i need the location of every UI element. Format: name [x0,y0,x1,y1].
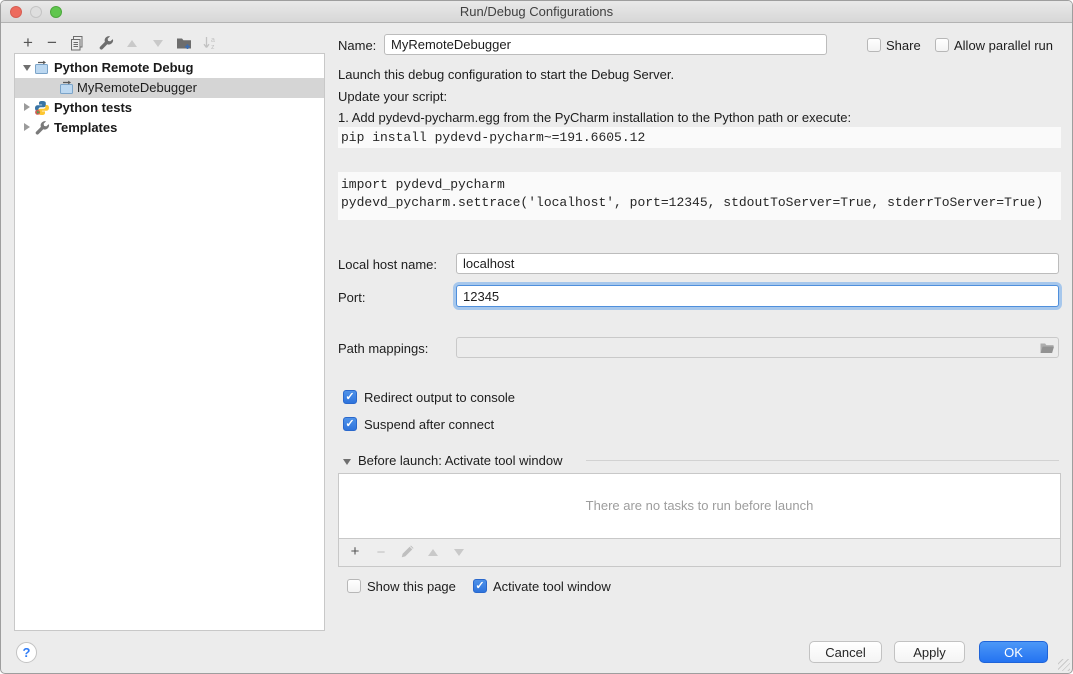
help-button[interactable]: ? [16,642,37,663]
add-configuration-button[interactable]: + [19,34,37,52]
cancel-button[interactable]: Cancel [809,641,882,663]
move-up-icon [127,40,137,47]
pip-install-code[interactable]: pip install pydevd-pycharm~=191.6605.12 [338,127,1061,148]
section-divider [586,460,1059,461]
edit-task-button[interactable] [399,544,415,560]
redirect-output-label: Redirect output to console [364,390,515,406]
chevron-right-icon[interactable] [24,123,30,131]
wrench-icon [98,35,114,51]
path-mappings-input[interactable] [456,337,1059,358]
share-checkbox[interactable] [867,38,881,52]
svg-text:z: z [211,44,215,51]
ok-button[interactable]: OK [979,641,1048,663]
tree-item-label: Python Remote Debug [54,58,193,78]
settrace-code-line1: import pydevd_pycharm [341,177,505,192]
copy-configuration-button[interactable] [68,34,86,52]
redirect-output-checkbox[interactable] [343,390,357,404]
show-this-page-label: Show this page [367,579,456,595]
empty-tasks-message: There are no tasks to run before launch [339,498,1060,513]
run-config-icon [34,60,50,76]
new-folder-icon [176,35,192,51]
allow-parallel-run-label: Allow parallel run [954,38,1053,54]
local-host-name-input[interactable] [456,253,1059,274]
svg-text:a: a [211,37,215,44]
tree-item-my-remote-debugger[interactable]: MyRemoteDebugger [15,78,324,98]
open-folder-icon[interactable] [1039,340,1055,356]
path-mappings-label: Path mappings: [338,341,428,356]
port-label: Port: [338,290,365,305]
add-icon: + [23,35,33,51]
activate-tool-window-label: Activate tool window [493,579,611,595]
suspend-after-connect-checkbox[interactable] [343,417,357,431]
copy-icon [69,35,85,51]
remove-task-button[interactable]: − [373,544,389,560]
tree-item-python-remote-debug[interactable]: Python Remote Debug [15,58,324,78]
run-config-icon [59,80,75,96]
intro-text: Launch this debug configuration to start… [338,67,674,82]
name-label: Name: [338,38,376,53]
titlebar[interactable]: Run/Debug Configurations [1,1,1072,23]
tree-item-label: Python tests [54,98,132,118]
activate-tool-window-checkbox[interactable] [473,579,487,593]
share-label: Share [886,38,921,54]
remove-configuration-button[interactable]: − [43,34,61,52]
move-down-button[interactable] [149,34,167,52]
name-input[interactable] [384,34,827,55]
pencil-icon [400,545,414,559]
before-launch-toolbar: + − [338,539,1061,567]
settrace-code-line2: pydevd_pycharm.settrace('localhost', por… [341,195,1043,210]
show-this-page-checkbox[interactable] [347,579,361,593]
allow-parallel-run-checkbox[interactable] [935,38,949,52]
sort-alphabetically-icon: a z [202,35,218,51]
move-down-icon [454,549,464,556]
move-up-icon [428,549,438,556]
before-launch-collapse-icon[interactable] [343,459,351,465]
port-input[interactable] [456,285,1059,307]
help-icon: ? [23,645,31,660]
before-launch-task-list[interactable]: There are no tasks to run before launch [338,473,1061,539]
add-icon: + [351,544,360,560]
run-debug-configurations-dialog: Run/Debug Configurations + − a z [0,0,1073,674]
new-folder-button[interactable] [175,34,193,52]
tree-item-label: Templates [54,118,117,138]
local-host-name-label: Local host name: [338,257,437,272]
remove-icon: − [47,36,57,50]
chevron-down-icon[interactable] [23,65,31,71]
wrench-icon [34,120,50,136]
remove-icon: − [377,544,386,561]
settrace-code[interactable]: import pydevd_pycharm pydevd_pycharm.sett… [338,172,1061,220]
before-launch-title: Before launch: Activate tool window [358,453,563,468]
python-tests-icon [34,100,50,116]
tree-item-python-tests[interactable]: Python tests [15,98,324,118]
window-title: Run/Debug Configurations [1,1,1072,23]
add-task-button[interactable]: + [347,544,363,560]
step1-text: 1. Add pydevd-pycharm.egg from the PyCha… [338,110,851,125]
resize-grip[interactable] [1058,659,1070,671]
chevron-right-icon[interactable] [24,103,30,111]
tree-item-templates[interactable]: Templates [15,118,324,138]
move-down-icon [153,40,163,47]
move-task-down-button[interactable] [451,544,467,560]
sort-configurations-button[interactable]: a z [201,34,219,52]
suspend-after-connect-label: Suspend after connect [364,417,494,433]
configurations-tree[interactable]: Python Remote Debug MyRemoteDebugger Pyt… [14,53,325,631]
move-up-button[interactable] [123,34,141,52]
move-task-up-button[interactable] [425,544,441,560]
update-script-text: Update your script: [338,89,447,104]
edit-templates-button[interactable] [97,34,115,52]
apply-button[interactable]: Apply [894,641,965,663]
tree-item-label: MyRemoteDebugger [77,78,197,98]
